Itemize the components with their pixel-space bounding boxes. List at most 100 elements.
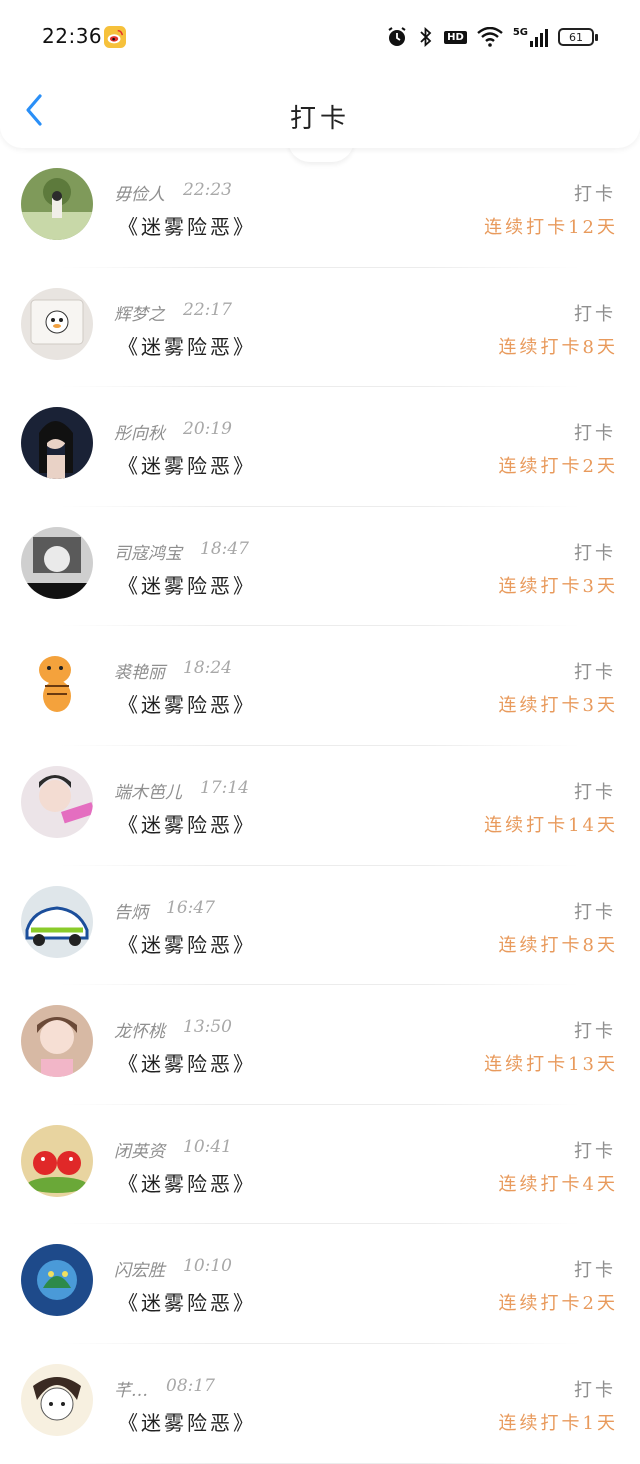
network-label: 5G — [512, 27, 528, 38]
avatar-image — [21, 1005, 93, 1078]
checkin-list: 毋俭人 22:23 《迷雾险恶》 打卡 连续打卡12天 辉梦之 22:17 《迷… — [0, 148, 640, 1464]
checkin-action: 打卡 — [574, 423, 616, 445]
checkin-action: 打卡 — [574, 542, 616, 564]
user-name: 芊… — [114, 1380, 148, 1401]
avatar[interactable] — [21, 1363, 93, 1436]
bluetooth-icon — [420, 26, 432, 48]
avatar-image — [21, 526, 93, 599]
avatar[interactable] — [21, 168, 93, 240]
wifi-icon — [477, 27, 503, 47]
avatar-image — [21, 1124, 93, 1197]
book-title: 《迷雾险恶》 — [118, 1052, 256, 1077]
avatar-image — [21, 1363, 93, 1436]
alarm-icon — [388, 27, 406, 46]
streak-label: 连续打卡14天 — [484, 814, 618, 836]
checkin-row[interactable]: 闪宏胜 10:10 《迷雾险恶》 打卡 连续打卡2天 — [0, 1224, 640, 1344]
streak-label: 连续打卡4天 — [498, 1173, 618, 1195]
checkin-row[interactable]: 彤向秋 20:19 《迷雾险恶》 打卡 连续打卡2天 — [0, 387, 640, 507]
status-time: 22:36 — [42, 24, 103, 48]
avatar[interactable] — [21, 407, 93, 480]
checkin-time: 17:14 — [200, 777, 249, 798]
checkin-row[interactable]: 龙怀桃 13:50 《迷雾险恶》 打卡 连续打卡13天 — [0, 985, 640, 1105]
checkin-action: 打卡 — [574, 303, 616, 325]
streak-label: 连续打卡13天 — [484, 1054, 618, 1076]
book-title: 《迷雾险恶》 — [118, 812, 256, 837]
checkin-action: 打卡 — [574, 781, 616, 803]
avatar-image — [21, 287, 93, 360]
hd-icon: HD — [444, 30, 467, 44]
checkin-action: 打卡 — [574, 662, 616, 684]
checkin-action: 打卡 — [574, 1379, 616, 1401]
avatar[interactable] — [21, 1124, 93, 1197]
book-title: 《迷雾险恶》 — [118, 573, 256, 598]
checkin-row[interactable]: 裘艳丽 18:24 《迷雾险恶》 打卡 连续打卡3天 — [0, 626, 640, 746]
streak-label: 连续打卡2天 — [498, 1293, 618, 1315]
avatar[interactable] — [21, 526, 93, 599]
weibo-icon — [104, 26, 126, 48]
user-name: 毋俭人 — [114, 185, 165, 205]
avatar-image — [21, 765, 93, 838]
user-name: 彤向秋 — [114, 424, 165, 445]
streak-label: 连续打卡2天 — [498, 456, 618, 478]
avatar[interactable] — [21, 287, 93, 360]
avatar-image — [21, 885, 93, 958]
streak-label: 连续打卡8天 — [498, 336, 618, 358]
user-name: 端木笆儿 — [114, 782, 182, 803]
streak-label: 连续打卡3天 — [498, 695, 618, 717]
checkin-action: 打卡 — [574, 1140, 616, 1162]
battery-level: 61 — [569, 30, 583, 44]
user-name: 司寇鸿宝 — [114, 543, 182, 564]
checkin-row[interactable]: 辉梦之 22:17 《迷雾险恶》 打卡 连续打卡8天 — [0, 268, 640, 388]
user-name: 裘艳丽 — [114, 663, 165, 684]
book-title: 《迷雾险恶》 — [118, 932, 256, 957]
streak-label: 连续打卡3天 — [498, 575, 618, 597]
checkin-time: 20:19 — [183, 419, 232, 440]
checkin-row[interactable]: 闭英资 10:41 《迷雾险恶》 打卡 连续打卡4天 — [0, 1105, 640, 1225]
user-name: 闪宏胜 — [114, 1261, 165, 1282]
checkin-time: 13:50 — [183, 1017, 232, 1038]
page-title: 打卡 — [289, 104, 350, 134]
battery-icon: 61 — [558, 28, 598, 46]
streak-label: 连续打卡12天 — [484, 217, 618, 238]
checkin-row[interactable]: 司寇鸿宝 18:47 《迷雾险恶》 打卡 连续打卡3天 — [0, 507, 640, 627]
user-name: 辉梦之 — [114, 304, 165, 325]
avatar-image — [21, 1244, 93, 1317]
user-name: 闭英资 — [114, 1141, 165, 1162]
status-bar: 22:36 HD 5G 61 — [0, 0, 640, 72]
avatar[interactable] — [21, 765, 93, 838]
checkin-row[interactable]: 端木笆儿 17:14 《迷雾险恶》 打卡 连续打卡14天 — [0, 746, 640, 866]
checkin-row[interactable]: 芊… 08:17 《迷雾险恶》 打卡 连续打卡1天 — [0, 1344, 640, 1464]
checkin-time: 10:41 — [183, 1136, 232, 1157]
avatar-image — [21, 646, 93, 719]
avatar[interactable] — [21, 1244, 93, 1317]
book-title: 《迷雾险恶》 — [118, 1291, 256, 1316]
avatar-image — [21, 168, 93, 240]
user-name: 告炳 — [114, 902, 148, 923]
checkin-time: 10:10 — [183, 1256, 232, 1277]
checkin-action: 打卡 — [574, 184, 616, 205]
checkin-time: 22:23 — [183, 180, 232, 200]
book-title: 《迷雾险恶》 — [118, 334, 256, 359]
avatar[interactable] — [21, 1005, 93, 1078]
book-title: 《迷雾险恶》 — [118, 693, 256, 718]
checkin-row[interactable]: 告炳 16:47 《迷雾险恶》 打卡 连续打卡8天 — [0, 866, 640, 986]
checkin-time: 18:47 — [200, 538, 249, 559]
status-icons: HD 5G 61 — [386, 24, 598, 50]
avatar[interactable] — [21, 646, 93, 719]
checkin-time: 16:47 — [166, 897, 215, 918]
checkin-action: 打卡 — [574, 1260, 616, 1282]
avatar-image — [21, 407, 93, 480]
book-title: 《迷雾险恶》 — [118, 1410, 256, 1435]
top-header: 22:36 HD 5G 61 打卡 — [0, 0, 640, 148]
book-title: 《迷雾险恶》 — [118, 215, 256, 239]
checkin-row[interactable]: 毋俭人 22:23 《迷雾险恶》 打卡 连续打卡12天 — [0, 148, 640, 268]
5g-signal-icon: 5G — [513, 27, 548, 47]
user-name: 龙怀桃 — [114, 1022, 165, 1043]
checkin-action: 打卡 — [574, 1021, 616, 1043]
book-title: 《迷雾险恶》 — [118, 1171, 256, 1196]
streak-label: 连续打卡8天 — [498, 934, 618, 956]
avatar[interactable] — [21, 885, 93, 958]
checkin-time: 08:17 — [166, 1375, 215, 1396]
checkin-action: 打卡 — [574, 901, 616, 923]
checkin-time: 18:24 — [183, 658, 232, 679]
